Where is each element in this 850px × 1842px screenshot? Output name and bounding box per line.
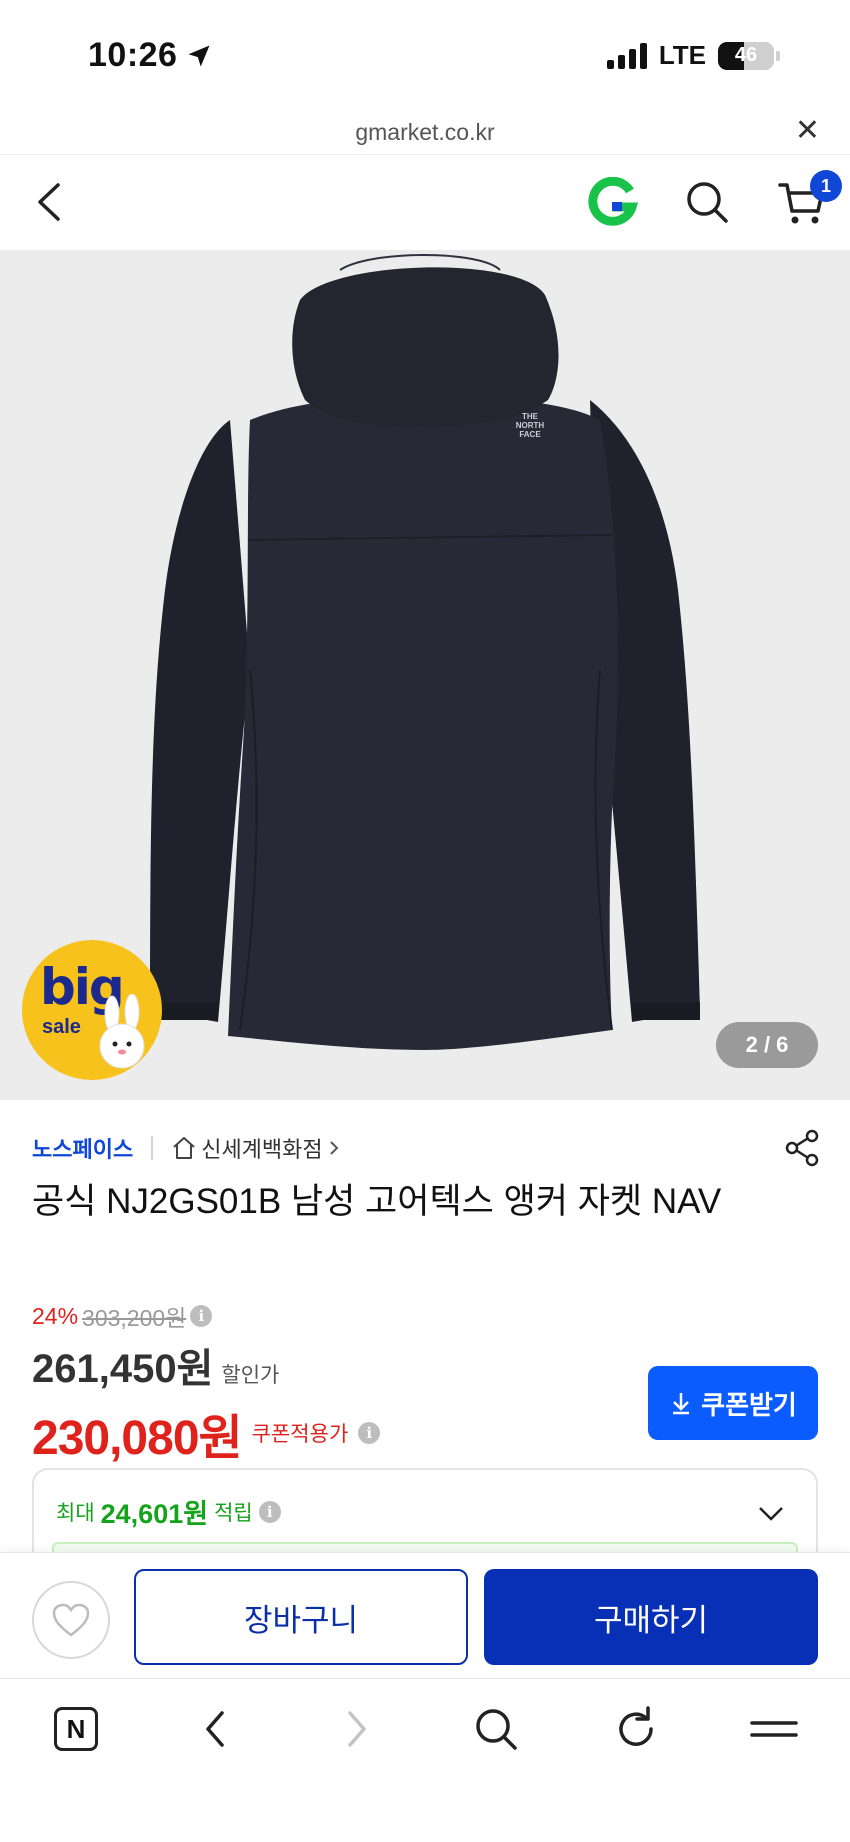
location-arrow-icon [188, 45, 210, 66]
image-counter: 2 / 6 [716, 1022, 818, 1068]
network-type: LTE [658, 40, 706, 70]
brand-row: 노스페이스 신세계백화점 [32, 1128, 822, 1168]
status-bar: 10:26 LTE 46 [0, 0, 850, 110]
add-to-cart-button[interactable]: 장바구니 [134, 1569, 468, 1665]
store-link[interactable]: 신세계백화점 [171, 1132, 340, 1164]
gmarket-logo-icon[interactable] [586, 177, 638, 229]
share-icon[interactable] [782, 1128, 822, 1168]
info-icon[interactable]: i [190, 1305, 213, 1327]
back-icon[interactable] [26, 177, 76, 227]
wishlist-button[interactable] [32, 1581, 110, 1659]
battery-icon: 46 [718, 41, 774, 70]
search-icon[interactable] [682, 177, 732, 227]
chevron-down-icon[interactable] [756, 1498, 786, 1528]
url-bar[interactable]: gmarket.co.kr ✕ [0, 110, 850, 154]
rabbit-mascot-icon [99, 994, 145, 1069]
back-icon[interactable] [190, 1703, 242, 1755]
jacket-brand-logo: THE NORTH FACE [500, 412, 560, 439]
original-price: 303,200원 [82, 1305, 187, 1331]
app-header [0, 154, 850, 250]
brand-link[interactable]: 노스페이스 [32, 1132, 133, 1164]
menu-icon[interactable] [748, 1703, 800, 1755]
home-icon [173, 1137, 195, 1159]
coupon-price-label: 쿠폰적용가 [251, 1423, 349, 1446]
divider [151, 1136, 154, 1160]
jacket-logo-line: NORTH [515, 421, 545, 430]
sale-price-label: 할인가 [221, 1364, 280, 1387]
cellular-signal-icon [606, 42, 647, 69]
naver-home-icon[interactable]: N [50, 1703, 102, 1755]
heart-icon [52, 1603, 90, 1637]
purchase-action-bar: 장바구니 구매하기 [0, 1552, 850, 1678]
reward-suffix: 적립 [214, 1501, 253, 1525]
big-sale-badge: big sale [22, 940, 162, 1080]
battery-percent: 46 [734, 44, 758, 66]
url-domain: gmarket.co.kr [355, 118, 495, 145]
status-time: 10:26 [88, 36, 213, 75]
info-icon[interactable]: i [358, 1422, 381, 1444]
get-coupon-label: 쿠폰받기 [701, 1389, 797, 1420]
forward-icon[interactable] [330, 1703, 382, 1755]
reward-row: 최대 24,601원 적립 i [56, 1492, 281, 1531]
coupon-price: 230,080원 [32, 1412, 243, 1465]
buy-now-button[interactable]: 구매하기 [484, 1569, 818, 1665]
naver-home-glyph: N [66, 1713, 86, 1744]
download-icon [673, 1393, 690, 1415]
battery-cap [776, 50, 780, 61]
discount-rate: 24% [32, 1302, 79, 1329]
browser-toolbar: N [0, 1678, 850, 1842]
sale-price: 261,450원 [32, 1347, 214, 1391]
refresh-icon[interactable] [610, 1703, 662, 1755]
jacket-logo-line: FACE [519, 430, 541, 439]
clock-text: 10:26 [88, 36, 178, 74]
jacket-logo-line: THE [522, 412, 538, 421]
store-name: 신세계백화점 [201, 1137, 323, 1162]
close-icon[interactable]: ✕ [795, 116, 820, 146]
info-icon[interactable]: i [258, 1500, 281, 1523]
get-coupon-button[interactable]: 쿠폰받기 [648, 1366, 818, 1440]
reward-prefix: 최대 [56, 1501, 95, 1525]
chevron-right-icon [329, 1141, 339, 1155]
search-icon[interactable] [470, 1703, 522, 1755]
reward-amount: 24,601원 [100, 1499, 209, 1529]
big-sale-badge-sale: sale [42, 1016, 81, 1038]
naver-home-box: N [54, 1707, 98, 1751]
cart-count-badge: 1 [810, 170, 842, 202]
product-title: 공식 NJ2GS01B 남성 고어텍스 앵커 자켓 NAV [32, 1182, 722, 1221]
original-price-row: 24% 303,200원 i [32, 1300, 822, 1332]
status-indicators: LTE 46 [606, 40, 780, 71]
